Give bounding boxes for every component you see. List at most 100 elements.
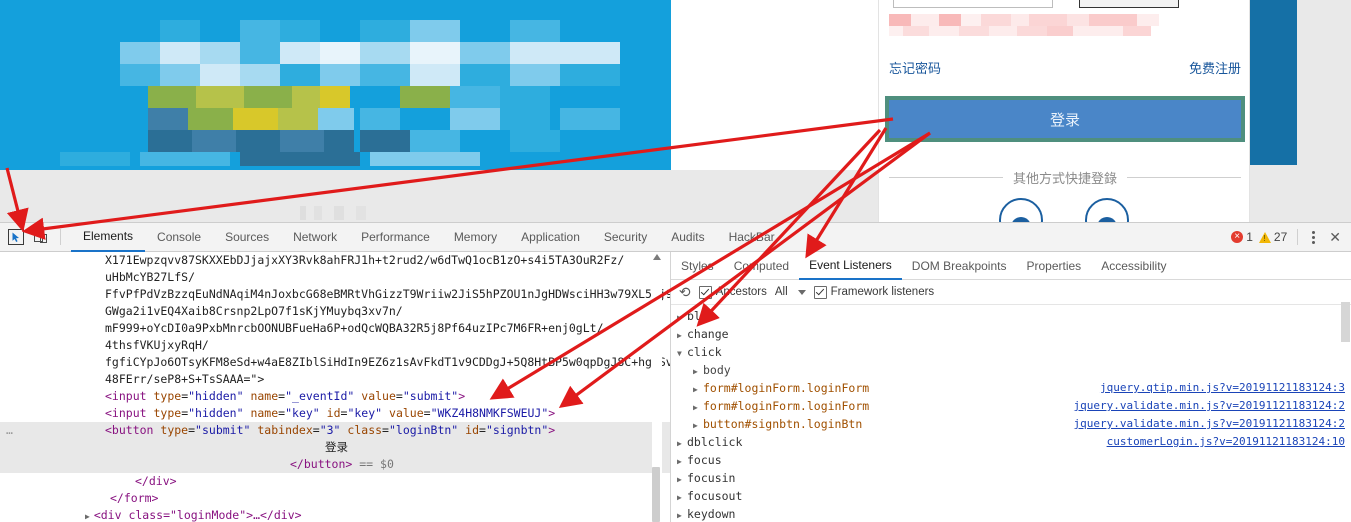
devtools-tab-memory[interactable]: Memory [442,224,509,251]
warning-icon [1258,231,1271,243]
dom-node-close-div[interactable]: </div> [0,473,670,490]
event-listener-row[interactable]: ▶ focusout [671,487,1351,505]
other-login-label: 其他方式快捷登錄 [1013,171,1118,186]
social-login-icon-2[interactable] [1085,198,1129,222]
sidebar-tab-event-listeners[interactable]: Event Listeners [799,252,902,280]
inspect-element-icon[interactable] [6,228,26,246]
mosaic-pixel [60,152,130,166]
mosaic-pixel [120,42,160,64]
mosaic-pixel [500,108,550,130]
event-listener-row[interactable]: ▼ click [671,343,1351,361]
ancestors-checkbox[interactable]: Ancestors [698,285,767,299]
sidebar-tab-styles[interactable]: Styles [671,253,724,279]
dom-text-line: X171Ewpzqvv87SKXXEbDJjajxXY3Rvk8ahFRJ1h+… [105,253,625,267]
event-listener-row[interactable]: ▶ button#signbtn.loginBtn jquery.validate.… [671,415,1351,433]
sidebar-tab-properties[interactable]: Properties [1016,253,1091,279]
dom-text-line: 4thsfVKUjxyRqH/ [105,338,209,352]
dom-tree-pane[interactable]: X171Ewpzqvv87SKXXEbDJjajxXY3Rvk8ahFRJ1h+… [0,252,670,522]
page-banner-image [0,0,671,170]
warning-count: 27 [1273,230,1288,244]
chevron-down-icon [797,289,806,295]
mosaic-pixel [460,20,510,42]
sidebar-scrollbar[interactable] [1341,302,1350,522]
mosaic-pixel [200,42,240,64]
mosaic-pixel [324,130,354,152]
dom-node-button-signbtn[interactable]: … <button type="submit" tabindex="3" clas… [0,422,670,439]
devtools-tab-sources[interactable]: Sources [213,224,281,251]
dom-node-input-key[interactable]: <input type="hidden" name="key" id="key"… [0,405,670,422]
error-count: 1 [1246,230,1253,244]
refresh-icon[interactable]: ⟳ [679,284,691,301]
event-listener-row[interactable]: ▶ dblclick customerLogin.js?v=201911211831… [671,433,1351,451]
social-login-icons [999,198,1129,222]
close-devtools-icon[interactable]: ✕ [1325,229,1345,246]
mosaic-pixel [240,42,280,64]
dom-text-line: fgfiCYpJo6OTsyKFM8eSd+w4aE8ZIblSiHdIn9EZ… [105,355,670,369]
devtools-tab-audits[interactable]: Audits [659,224,716,251]
sidebar-tab-dom-breakpoints[interactable]: DOM Breakpoints [902,253,1017,279]
warning-badge[interactable]: 27 [1258,230,1288,244]
captcha-image[interactable] [1079,0,1179,8]
event-listener-row[interactable]: ▶ focusin [671,469,1351,487]
mosaic-pixel [510,64,560,86]
devtools-tab-performance[interactable]: Performance [349,224,442,251]
forgot-password-link[interactable]: 忘记密码 [889,58,941,77]
web-page-viewport: 忘记密码 免费注册 登录 其他方式快捷登錄 [0,0,1351,222]
sidebar-tabs: Styles Computed Event Listeners DOM Breakpo… [671,252,1351,280]
event-listener-row[interactable]: ▶ form#loginForm.loginForm jquery.validate… [671,397,1351,415]
event-listener-row[interactable]: ▶ form#loginForm.loginForm jquery.qtip.min… [671,379,1351,397]
devtools-tab-network[interactable]: Network [281,224,349,251]
redacted-block [989,26,1017,36]
redacted-block [1073,26,1123,36]
mosaic-pixel [280,42,320,64]
mosaic-pixel [410,20,460,42]
dom-node-input-eventid[interactable]: <input type="hidden" name="_eventId" val… [0,388,670,405]
scrollbar-thumb[interactable] [652,467,660,522]
sidebar-tab-computed[interactable]: Computed [724,253,799,279]
devtools-tab-hackbar[interactable]: HackBar [717,224,787,251]
mosaic-pixel [240,152,360,166]
error-badge[interactable]: × 1 [1231,230,1253,244]
event-source-link[interactable]: jquery.qtip.min.js?v=20191121183124:3 [1100,379,1345,397]
devtools-tab-console[interactable]: Console [145,224,213,251]
mosaic-pixel [320,86,350,108]
register-link[interactable]: 免费注册 [1189,58,1241,77]
redacted-block [961,14,981,26]
devtools-tab-application[interactable]: Application [509,224,592,251]
page-right-blue-panel [1250,0,1297,165]
framework-listeners-label: Framework listeners [830,286,935,298]
social-login-icon-1[interactable] [999,198,1043,222]
dom-node-close-form[interactable]: </form> [0,490,670,507]
sidebar-scrollbar-thumb[interactable] [1341,302,1350,342]
event-listener-row[interactable]: ▶ body [671,361,1351,379]
event-source-link[interactable]: jquery.validate.min.js?v=20191121183124:… [1073,397,1345,415]
redacted-block [959,26,989,36]
sidebar-tab-accessibility[interactable]: Accessibility [1091,253,1176,279]
dom-tree-scrollbar[interactable] [652,252,662,522]
event-listener-row[interactable]: ▶ keydown [671,505,1351,522]
event-name: focusin [687,471,736,485]
scroll-up-arrow[interactable] [653,254,661,260]
login-submit-button[interactable]: 登录 [889,100,1241,138]
event-listener-row[interactable]: ▶ blur [671,307,1351,325]
device-toolbar-icon[interactable] [31,228,51,246]
more-options-icon[interactable] [1308,229,1319,246]
devtools-tab-security[interactable]: Security [592,224,659,251]
mosaic-pixel [280,64,320,86]
devtools-tab-elements[interactable]: Elements [71,223,146,252]
event-source-link[interactable]: customerLogin.js?v=20191121183124:10 [1107,433,1345,451]
listener-filter-select[interactable]: All [775,286,806,298]
event-source-link[interactable]: jquery.validate.min.js?v=20191121183124:… [1073,415,1345,433]
mosaic-pixel [410,42,460,64]
mosaic-pixel [148,108,188,130]
captcha-input[interactable] [893,0,1053,8]
redacted-block [1047,26,1073,36]
expand-ellipsis[interactable]: … [6,422,14,439]
event-listener-row[interactable]: ▶ change [671,325,1351,343]
redacted-block [911,14,939,26]
framework-listeners-checkbox[interactable]: Framework listeners [813,285,935,299]
mosaic-pixel [280,20,320,42]
event-listener-row[interactable]: ▶ focus [671,451,1351,469]
event-name: focusout [687,489,743,503]
mosaic-pixel [370,152,480,166]
